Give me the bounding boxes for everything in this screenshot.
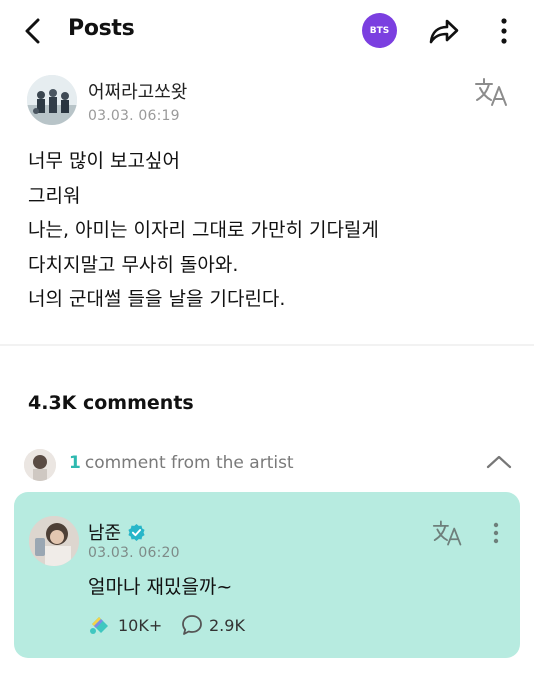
section-divider bbox=[0, 344, 534, 346]
reply-button[interactable]: 2.9K bbox=[181, 614, 245, 636]
avatar-image bbox=[29, 516, 79, 566]
post-line: 너무 많이 보고싶어 bbox=[28, 150, 180, 172]
page-title: Posts bbox=[68, 16, 135, 41]
artist-comment-timestamp: 03.03. 06:20 bbox=[88, 545, 180, 561]
comments-count: 4.3K comments bbox=[28, 392, 194, 414]
artist-avatar-small bbox=[24, 449, 56, 481]
collapse-button[interactable] bbox=[484, 448, 514, 476]
more-vertical-icon bbox=[493, 522, 499, 544]
share-button[interactable] bbox=[426, 14, 462, 48]
artist-comment-toggle[interactable]: 1 comment from the artist bbox=[69, 453, 294, 473]
more-options-button[interactable] bbox=[492, 14, 516, 48]
post-body: 너무 많이 보고싶어 그리워 나는, 아미는 이자리 그대로 가만히 기다릴게 … bbox=[28, 144, 379, 317]
artist-name-row[interactable]: 남준 bbox=[88, 519, 146, 545]
post-line: 그리워 bbox=[28, 184, 81, 207]
community-badge[interactable]: BTS bbox=[362, 13, 397, 48]
artist-comment-label: comment from the artist bbox=[84, 453, 294, 473]
comment-more-button[interactable] bbox=[488, 518, 504, 548]
translate-icon bbox=[432, 520, 462, 546]
comment-bubble-icon bbox=[182, 615, 202, 635]
comment-translate-button[interactable] bbox=[432, 518, 464, 548]
translate-button[interactable] bbox=[474, 76, 510, 108]
avatar-image bbox=[24, 449, 56, 481]
translate-icon bbox=[475, 78, 507, 106]
artist-name: 남준 bbox=[88, 523, 122, 544]
post-line: 너의 군대썰 들을 날을 기다린다. bbox=[28, 288, 286, 310]
likes-count: 10K+ bbox=[118, 615, 163, 635]
share-icon bbox=[429, 19, 459, 44]
author-avatar[interactable] bbox=[27, 75, 77, 125]
post-line: 나는, 아미는 이자리 그대로 가만히 기다릴게 bbox=[28, 219, 379, 241]
post-timestamp: 03.03. 06:19 bbox=[88, 108, 180, 124]
chevron-up-icon bbox=[486, 455, 512, 469]
author-name[interactable]: 어쩌라고쏘왓 bbox=[88, 78, 187, 104]
replies-count: 2.9K bbox=[209, 615, 245, 635]
verified-badge-icon bbox=[128, 523, 145, 541]
back-arrow-icon bbox=[25, 18, 40, 44]
cheer-icon bbox=[90, 617, 108, 634]
artist-avatar[interactable] bbox=[29, 516, 79, 566]
like-button[interactable]: 10K+ bbox=[88, 614, 162, 636]
more-vertical-icon bbox=[501, 18, 507, 44]
post-line: 다치지말고 무사히 돌아와. bbox=[28, 253, 239, 276]
avatar-image bbox=[27, 75, 77, 125]
back-button[interactable] bbox=[18, 14, 48, 48]
artist-comment-text: 얼마나 재밌을까~ bbox=[88, 576, 233, 598]
artist-comment-count: 1 bbox=[69, 453, 81, 473]
